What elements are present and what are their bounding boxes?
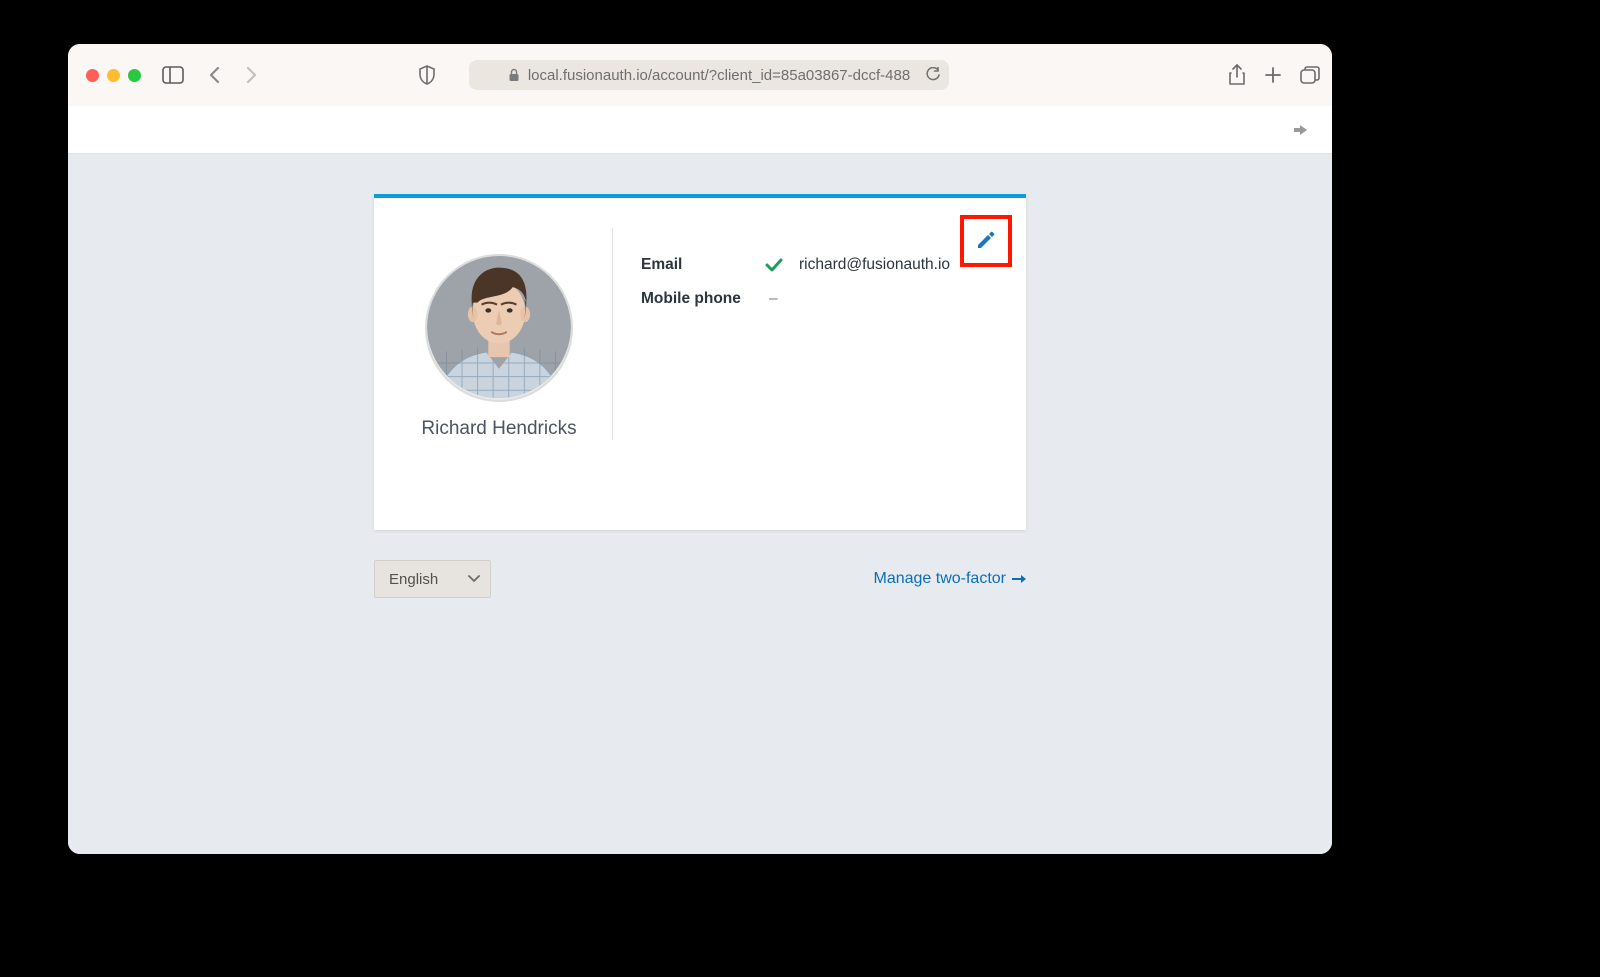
new-tab-icon[interactable] bbox=[1264, 66, 1282, 84]
window-close-button[interactable] bbox=[86, 69, 99, 82]
field-email: Email richard@fusionauth.io bbox=[641, 256, 996, 274]
sidebar-toggle-button[interactable] bbox=[159, 61, 187, 89]
column-divider bbox=[612, 228, 613, 440]
window-zoom-button[interactable] bbox=[128, 69, 141, 82]
below-card-row: English Manage two-factor bbox=[374, 560, 1026, 598]
profile-card: Richard Hendricks Email richard@fusionau… bbox=[374, 194, 1026, 530]
avatar-image bbox=[427, 254, 571, 400]
lock-icon bbox=[508, 68, 520, 82]
nav-back-button[interactable] bbox=[201, 61, 229, 89]
display-name: Richard Hendricks bbox=[404, 418, 594, 440]
manage-two-factor-link[interactable]: Manage two-factor bbox=[873, 570, 1026, 588]
profile-left-column: Richard Hendricks bbox=[404, 228, 604, 440]
mobile-value: – bbox=[769, 290, 778, 308]
language-selector[interactable]: English bbox=[374, 560, 491, 598]
field-mobile: Mobile phone – bbox=[641, 290, 996, 308]
mobile-label: Mobile phone bbox=[641, 290, 749, 308]
email-label: Email bbox=[641, 256, 749, 274]
address-bar[interactable]: local.fusionauth.io/account/?client_id=8… bbox=[469, 60, 949, 90]
share-icon[interactable] bbox=[1228, 64, 1246, 86]
verified-check-icon bbox=[765, 258, 783, 272]
app-header bbox=[68, 106, 1332, 154]
content-area: Richard Hendricks Email richard@fusionau… bbox=[68, 154, 1332, 854]
manage-two-factor-label: Manage two-factor bbox=[873, 570, 1006, 588]
reload-icon[interactable] bbox=[925, 67, 941, 83]
profile-right-column: Email richard@fusionauth.io Mobile phone… bbox=[641, 228, 996, 440]
language-selected-label: English bbox=[389, 571, 438, 588]
browser-toolbar: local.fusionauth.io/account/?client_id=8… bbox=[68, 44, 1332, 106]
signout-icon[interactable] bbox=[1288, 121, 1308, 139]
chevron-down-icon bbox=[468, 575, 480, 583]
browser-window: local.fusionauth.io/account/?client_id=8… bbox=[68, 44, 1332, 854]
window-minimize-button[interactable] bbox=[107, 69, 120, 82]
edit-profile-button[interactable] bbox=[964, 218, 1008, 262]
avatar bbox=[425, 254, 573, 402]
tabs-overview-icon[interactable] bbox=[1300, 66, 1320, 84]
window-controls bbox=[86, 69, 141, 82]
arrow-right-icon bbox=[1012, 573, 1026, 585]
email-value: richard@fusionauth.io bbox=[799, 256, 950, 274]
url-text: local.fusionauth.io/account/?client_id=8… bbox=[528, 67, 910, 84]
toolbar-right-group bbox=[1228, 64, 1320, 86]
privacy-shield-icon[interactable] bbox=[413, 61, 441, 89]
nav-forward-button[interactable] bbox=[237, 61, 265, 89]
